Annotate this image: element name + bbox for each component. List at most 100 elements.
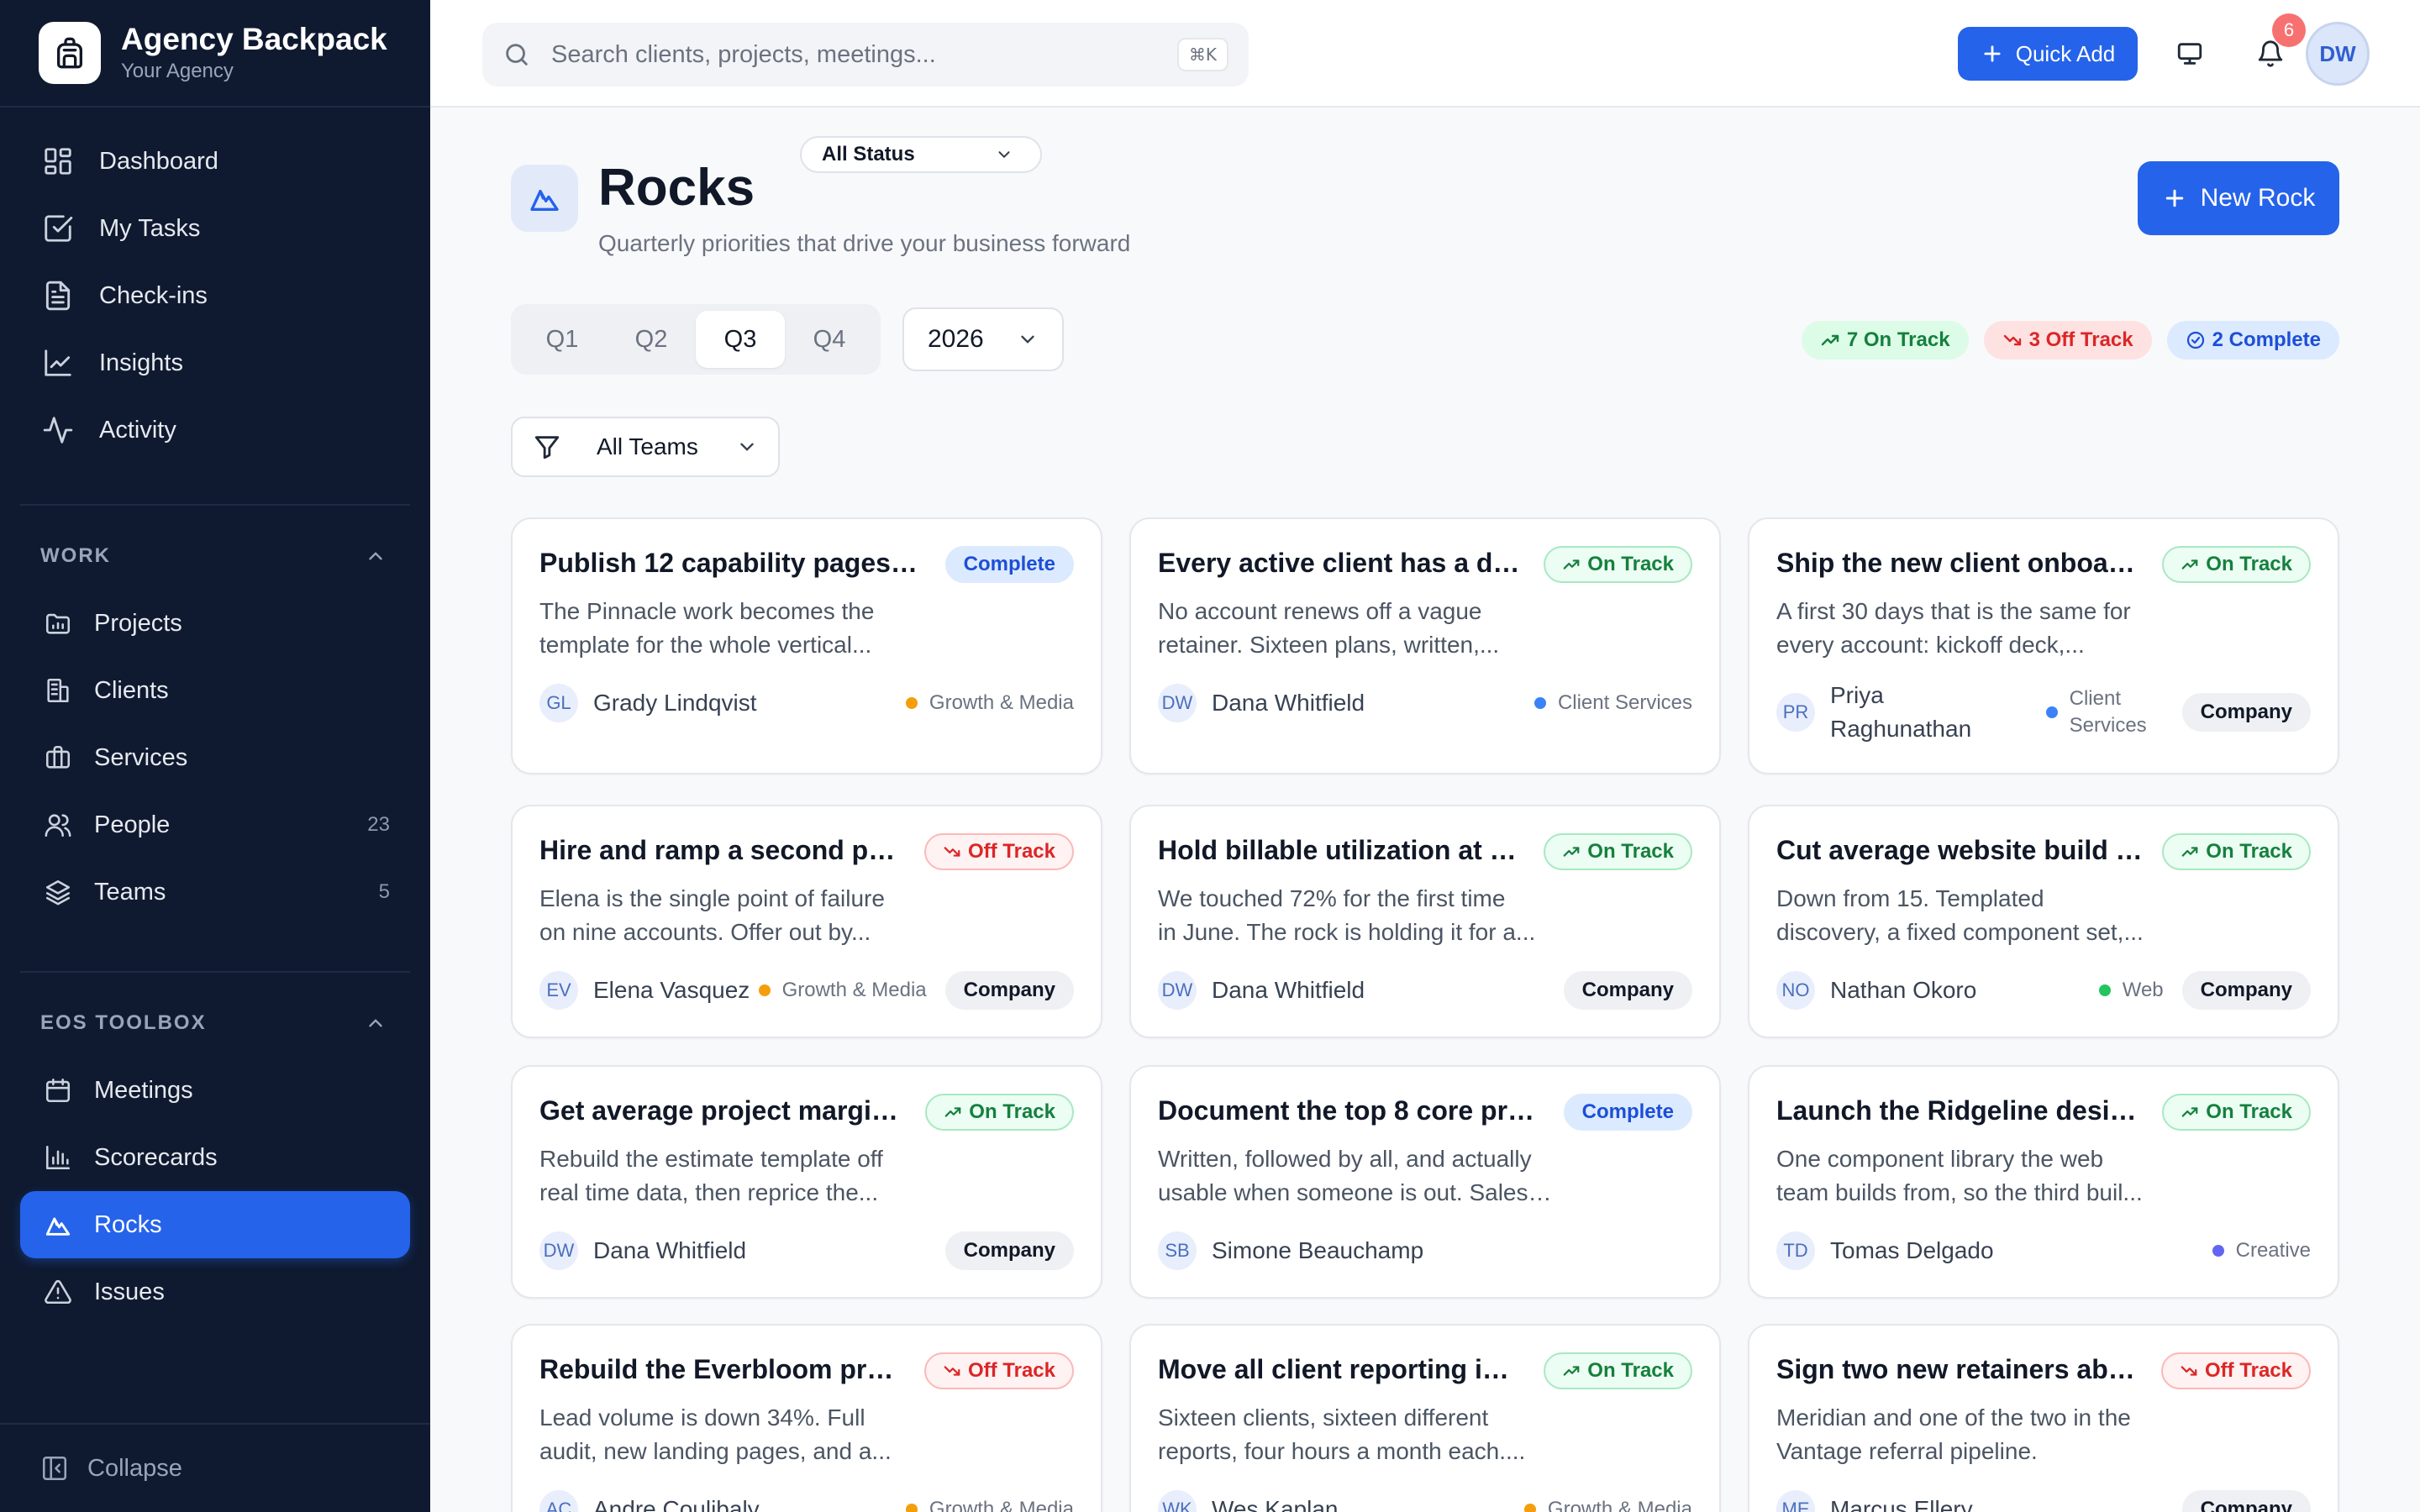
rock-card[interactable]: Document the top 8 core pro... Complete Wr… xyxy=(1129,1065,1721,1299)
tab-q1[interactable]: Q1 xyxy=(518,311,607,368)
rock-team-label: Growth & Media xyxy=(929,691,1074,714)
summary-on-track[interactable]: 7 On Track xyxy=(1801,321,1969,360)
collapse-sidebar-button[interactable]: Collapse xyxy=(0,1423,430,1512)
quick-add-button[interactable]: Quick Add xyxy=(1958,27,2138,81)
rock-card[interactable]: Ship the new client onboard... On Track A … xyxy=(1748,517,2339,774)
owner-avatar: EV xyxy=(539,971,578,1010)
warning-icon xyxy=(40,1274,76,1310)
briefcase-icon xyxy=(40,740,76,775)
mountain-icon xyxy=(40,1207,76,1242)
sidebar-item-rocks[interactable]: Rocks xyxy=(20,1191,410,1258)
owner-avatar: DW xyxy=(1158,684,1197,722)
rock-card[interactable]: Cut average website build ti... On Track D… xyxy=(1748,805,2339,1038)
team-filter[interactable]: All Teams xyxy=(511,417,780,477)
sidebar-item-services[interactable]: Services xyxy=(20,724,410,791)
quick-add-label: Quick Add xyxy=(2015,40,2116,66)
sidebar-item-check-ins[interactable]: Check-ins xyxy=(20,262,410,329)
main-content: Rocks Quarterly priorities that drive yo… xyxy=(430,109,2420,1512)
rock-team-label: Growth & Media xyxy=(781,979,927,1001)
sidebar-item-clients[interactable]: Clients xyxy=(20,657,410,724)
description-line: Elena is the single point of failure xyxy=(539,885,885,911)
year-select[interactable]: 2026 xyxy=(902,307,1064,371)
sidebar-item-label: Services xyxy=(94,743,188,771)
rock-team-label: Client Services xyxy=(2069,687,2147,737)
rock-title: Every active client has a do... xyxy=(1158,548,1524,578)
rock-description: No account renews off a vague retainer. S… xyxy=(1158,595,1553,662)
sidebar-item-meetings[interactable]: Meetings xyxy=(20,1057,410,1124)
sidebar-item-label: Scorecards xyxy=(94,1143,218,1171)
rock-card[interactable]: Hold billable utilization at 72... On Tra… xyxy=(1129,805,1721,1038)
summary-off-track[interactable]: 3 Off Track xyxy=(1983,321,2152,360)
folder-icon xyxy=(40,606,76,641)
rock-title: Cut average website build ti... xyxy=(1776,835,2143,865)
sidebar-item-projects[interactable]: Projects xyxy=(20,590,410,657)
rock-description: Rebuild the estimate template off real ti… xyxy=(539,1142,934,1210)
rock-card[interactable]: Rebuild the Everbloom prog... Off Track Le… xyxy=(511,1324,1102,1512)
rock-card[interactable]: Publish 12 capability pages fo... Complet… xyxy=(511,517,1102,774)
status-badge: On Track xyxy=(2162,546,2311,583)
section-toggle-work[interactable]: WORK xyxy=(0,531,430,581)
description-line: on nine accounts. Offer out by... xyxy=(539,919,871,945)
status-label: Complete xyxy=(1581,1100,1674,1123)
sidebar-item-teams[interactable]: Teams 5 xyxy=(20,858,410,926)
chevron-down-icon xyxy=(998,151,1010,159)
sidebar-item-insights[interactable]: Insights xyxy=(20,329,410,396)
rock-title: Launch the Ridgeline design... xyxy=(1776,1095,2143,1126)
rock-card[interactable]: Hire and ramp a second pai... Off Track El… xyxy=(511,805,1102,1038)
sidebar-item-my-tasks[interactable]: My Tasks xyxy=(20,195,410,262)
status-label: Complete xyxy=(963,553,1055,575)
trending-up-icon xyxy=(1563,1366,1580,1376)
rock-card[interactable]: Every active client has a do... On Track N… xyxy=(1129,517,1721,774)
presentation-mode-button[interactable] xyxy=(2170,34,2210,74)
rock-title: Get average project margin ... xyxy=(539,1095,906,1126)
sidebar-divider xyxy=(20,971,410,973)
brand[interactable]: Agency Backpack Your Agency xyxy=(0,0,430,108)
scope-badge: Company xyxy=(1563,971,1692,1010)
chevron-down-icon xyxy=(1021,335,1034,344)
sidebar-item-label: Projects xyxy=(94,609,182,637)
status-label: On Track xyxy=(2206,553,2292,575)
description-line: Rebuild the estimate template off xyxy=(539,1146,883,1172)
rock-description: A first 30 days that is the same for ever… xyxy=(1776,595,2171,662)
building-icon xyxy=(40,673,76,708)
status-label: On Track xyxy=(2206,1100,2292,1123)
sidebar-item-scorecards[interactable]: Scorecards xyxy=(20,1124,410,1191)
status-label: Off Track xyxy=(967,1359,1055,1382)
section-toggle-eos-toolbox[interactable]: EOS TOOLBOX xyxy=(0,998,430,1048)
summary-complete[interactable]: 2 Complete xyxy=(2166,321,2339,360)
tab-q3[interactable]: Q3 xyxy=(696,311,785,368)
sidebar-item-label: My Tasks xyxy=(99,214,201,242)
tab-q2[interactable]: Q2 xyxy=(607,311,696,368)
status-label: On Track xyxy=(1587,1359,1674,1382)
sidebar-item-label: Check-ins xyxy=(99,281,208,309)
trending-up-icon xyxy=(944,1107,961,1117)
sidebar-item-activity[interactable]: Activity xyxy=(20,396,410,464)
global-search[interactable]: ⌘K xyxy=(482,23,1249,87)
rock-card[interactable]: Move all client reporting int... On Track… xyxy=(1129,1324,1721,1512)
chevron-down-icon xyxy=(740,443,754,451)
search-input[interactable] xyxy=(551,40,1177,69)
rock-team: Growth & Media xyxy=(905,690,1074,717)
rock-card[interactable]: Get average project margin ... On Track Re… xyxy=(511,1065,1102,1299)
plus-icon xyxy=(2165,189,2183,207)
rock-footer: AC Andre Coulibaly Growth & Media xyxy=(539,1490,1074,1512)
sidebar-item-issues[interactable]: Issues xyxy=(20,1258,410,1326)
tab-q4[interactable]: Q4 xyxy=(785,311,874,368)
status-badge: On Track xyxy=(2162,1094,2311,1131)
work-nav: Projects Clients Services People 23 Team… xyxy=(0,581,430,926)
rock-description: Down from 15. Templated discovery, a fixe… xyxy=(1776,882,2171,949)
status-badge: On Track xyxy=(1544,546,1692,583)
new-rock-button[interactable]: New Rock xyxy=(2138,161,2339,235)
rock-card[interactable]: Launch the Ridgeline design... On Track On… xyxy=(1748,1065,2339,1299)
status-summary: 7 On Track 3 Off Track 2 Complete xyxy=(1801,321,2339,360)
sidebar-item-people[interactable]: People 23 xyxy=(20,791,410,858)
rock-footer: TD Tomas Delgado Creative xyxy=(1776,1231,2311,1270)
users-icon xyxy=(40,807,76,843)
rock-footer: DW Dana Whitfield Company xyxy=(1158,971,1692,1010)
user-avatar[interactable]: DW xyxy=(2306,22,2370,86)
status-filter[interactable]: All Status xyxy=(800,136,1042,173)
description-line: reports, four hours a month each.... xyxy=(1158,1438,1526,1464)
sidebar-item-dashboard[interactable]: Dashboard xyxy=(20,128,410,195)
rock-card[interactable]: Sign two new retainers abov... Off Track M… xyxy=(1748,1324,2339,1512)
panel-collapse-icon xyxy=(42,1456,67,1481)
